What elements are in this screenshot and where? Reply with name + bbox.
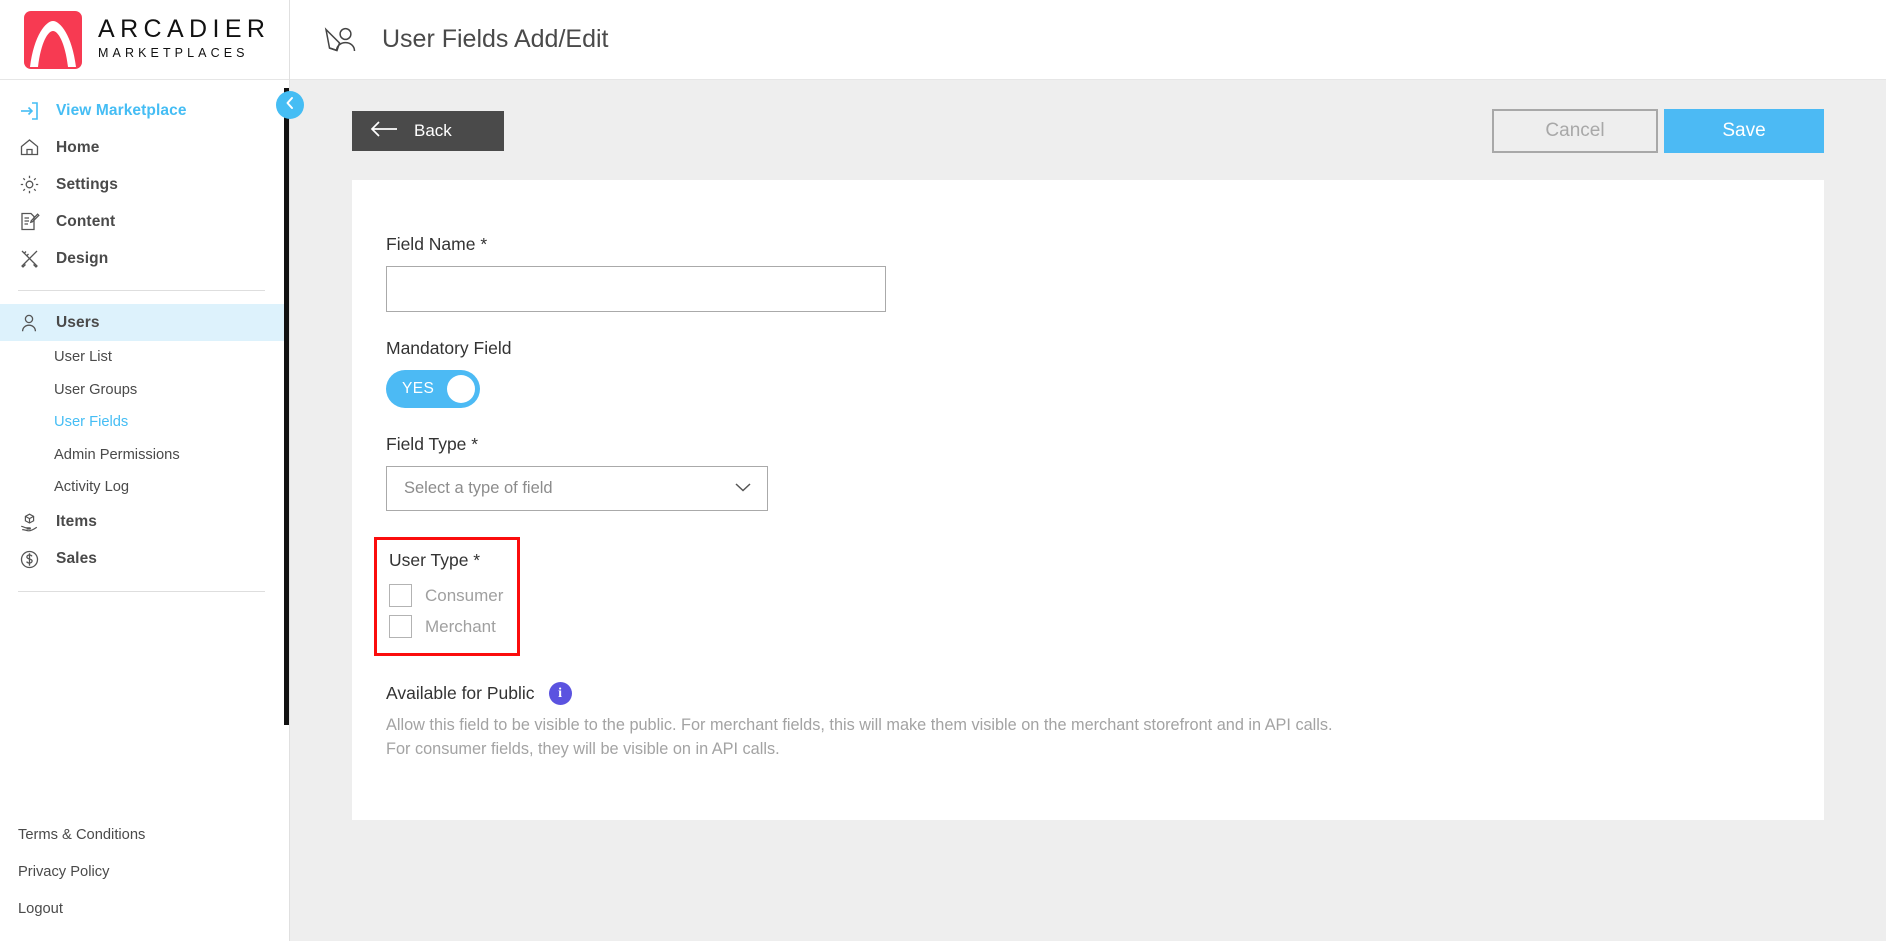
sidebar-label-user-fields: User Fields: [54, 414, 129, 431]
mandatory-field-label: Mandatory Field: [386, 338, 512, 358]
back-button-label: Back: [414, 121, 452, 140]
footer-link-logout[interactable]: Logout: [18, 890, 289, 927]
sidebar-item-admin-permissions[interactable]: Admin Permissions: [0, 439, 289, 472]
sidebar-item-user-fields[interactable]: User Fields: [0, 406, 289, 439]
sidebar-label-content: Content: [56, 212, 116, 230]
gear-icon: [18, 174, 40, 196]
sidebar-label-activity-log: Activity Log: [54, 479, 130, 496]
user-icon: [18, 312, 40, 334]
footer-link-terms[interactable]: Terms & Conditions: [18, 816, 289, 853]
export-icon: [18, 100, 40, 122]
document-pencil-icon: [18, 211, 40, 233]
user-edit-icon: [318, 18, 362, 62]
sidebar-item-settings[interactable]: Settings: [0, 166, 289, 203]
field-name-input[interactable]: [386, 266, 886, 312]
footer-link-privacy[interactable]: Privacy Policy: [18, 853, 289, 890]
sidebar-label-view-marketplace: View Marketplace: [56, 101, 187, 119]
field-name-label: Field Name *: [386, 234, 488, 254]
available-for-public-label: Available for Public: [386, 683, 535, 703]
sidebar-item-view-marketplace[interactable]: View Marketplace: [0, 92, 289, 129]
merchant-checkbox[interactable]: [389, 615, 412, 638]
toggle-value-label: YES: [402, 380, 435, 397]
footer-label-logout: Logout: [18, 900, 63, 917]
home-icon: [18, 137, 40, 159]
user-field-form: Field Name * Mandatory Field YES Field T…: [352, 180, 1824, 820]
dollar-circle-icon: [18, 548, 40, 570]
sidebar-label-items: Items: [56, 513, 97, 530]
field-type-select[interactable]: Select a type of field: [386, 466, 768, 511]
cancel-button[interactable]: Cancel: [1492, 109, 1658, 153]
box-hand-icon: [18, 511, 40, 533]
sidebar-divider-top: [18, 290, 265, 291]
sidebar-label-users: Users: [56, 313, 100, 331]
brand-logo[interactable]: ARCADIER MARKETPLACES: [0, 0, 289, 80]
sidebar-drag-rail[interactable]: [284, 88, 289, 725]
sidebar-item-content[interactable]: Content: [0, 203, 289, 240]
available-for-public-description-line1: Allow this field to be visible to the pu…: [386, 716, 1333, 734]
footer-label-privacy: Privacy Policy: [18, 863, 110, 880]
content-area: Back Cancel Save Field Name * Mandatory …: [290, 80, 1886, 941]
info-icon[interactable]: i: [548, 682, 572, 705]
page-header: User Fields Add/Edit: [290, 0, 1886, 80]
user-type-highlight-box: User Type * Consumer Merchant: [374, 537, 521, 656]
sidebar-item-home[interactable]: Home: [0, 129, 289, 166]
sidebar-footer: Terms & Conditions Privacy Policy Logout: [0, 816, 289, 941]
sidebar-item-design[interactable]: Design: [0, 240, 289, 277]
sidebar-collapse-button[interactable]: [276, 91, 304, 119]
sidebar-label-user-groups: User Groups: [54, 381, 138, 398]
sidebar-item-user-groups[interactable]: User Groups: [0, 374, 289, 407]
sidebar-label-sales: Sales: [56, 550, 98, 567]
user-type-label: User Type *: [389, 550, 481, 570]
sidebar-label-design: Design: [56, 249, 109, 267]
back-button[interactable]: Back: [352, 111, 504, 151]
field-type-block: Field Type * Select a type of field: [386, 434, 1824, 511]
merchant-label: Merchant: [425, 616, 496, 636]
field-type-label: Field Type *: [386, 434, 479, 454]
chevron-left-icon: [283, 96, 297, 115]
sidebar-item-activity-log[interactable]: Activity Log: [0, 471, 289, 504]
sidebar-item-sales[interactable]: Sales: [0, 541, 289, 578]
available-for-public-description-line2: For consumer fields, they will be visibl…: [386, 739, 780, 758]
sidebar: ARCADIER MARKETPLACES View Marketplace H…: [0, 0, 290, 941]
main-area: User Fields Add/Edit Back Cancel Save Fi…: [290, 0, 1886, 941]
sidebar-divider-bottom: [18, 590, 265, 592]
mandatory-field-block: Mandatory Field YES: [386, 338, 1824, 408]
user-type-option-consumer[interactable]: Consumer: [389, 580, 503, 611]
ruler-pencil-icon: [18, 248, 40, 270]
consumer-label: Consumer: [425, 585, 504, 605]
sidebar-label-user-list: User List: [54, 349, 112, 366]
sidebar-label-home: Home: [56, 138, 100, 156]
user-type-option-merchant[interactable]: Merchant: [389, 611, 503, 642]
user-type-block: User Type * Consumer Merchant: [374, 537, 1824, 656]
sidebar-label-settings: Settings: [56, 175, 118, 193]
mandatory-field-toggle[interactable]: YES: [386, 370, 480, 408]
toggle-knob: [447, 375, 475, 403]
arcadier-logo-icon: [24, 10, 82, 69]
brand-name: ARCADIER: [98, 15, 271, 44]
field-type-selected-value: Select a type of field: [404, 479, 553, 497]
sidebar-item-items[interactable]: Items: [0, 504, 289, 541]
arrow-left-icon: [370, 120, 398, 142]
page-title: User Fields Add/Edit: [382, 25, 609, 53]
available-for-public-block: Available for Public i Allow this field …: [386, 682, 1824, 761]
save-button[interactable]: Save: [1664, 109, 1824, 153]
sidebar-nav: View Marketplace Home Settings Content D…: [0, 80, 289, 816]
brand-subtitle: MARKETPLACES: [98, 46, 249, 61]
sidebar-item-user-list[interactable]: User List: [0, 341, 289, 374]
sidebar-label-admin-permissions: Admin Permissions: [54, 446, 180, 463]
sidebar-item-users[interactable]: Users: [0, 304, 289, 341]
action-toolbar: Back Cancel Save: [352, 108, 1824, 154]
consumer-checkbox[interactable]: [389, 584, 412, 607]
field-name-block: Field Name *: [386, 234, 1824, 312]
save-cancel-group: Cancel Save: [1492, 109, 1824, 153]
footer-label-terms: Terms & Conditions: [18, 826, 146, 843]
